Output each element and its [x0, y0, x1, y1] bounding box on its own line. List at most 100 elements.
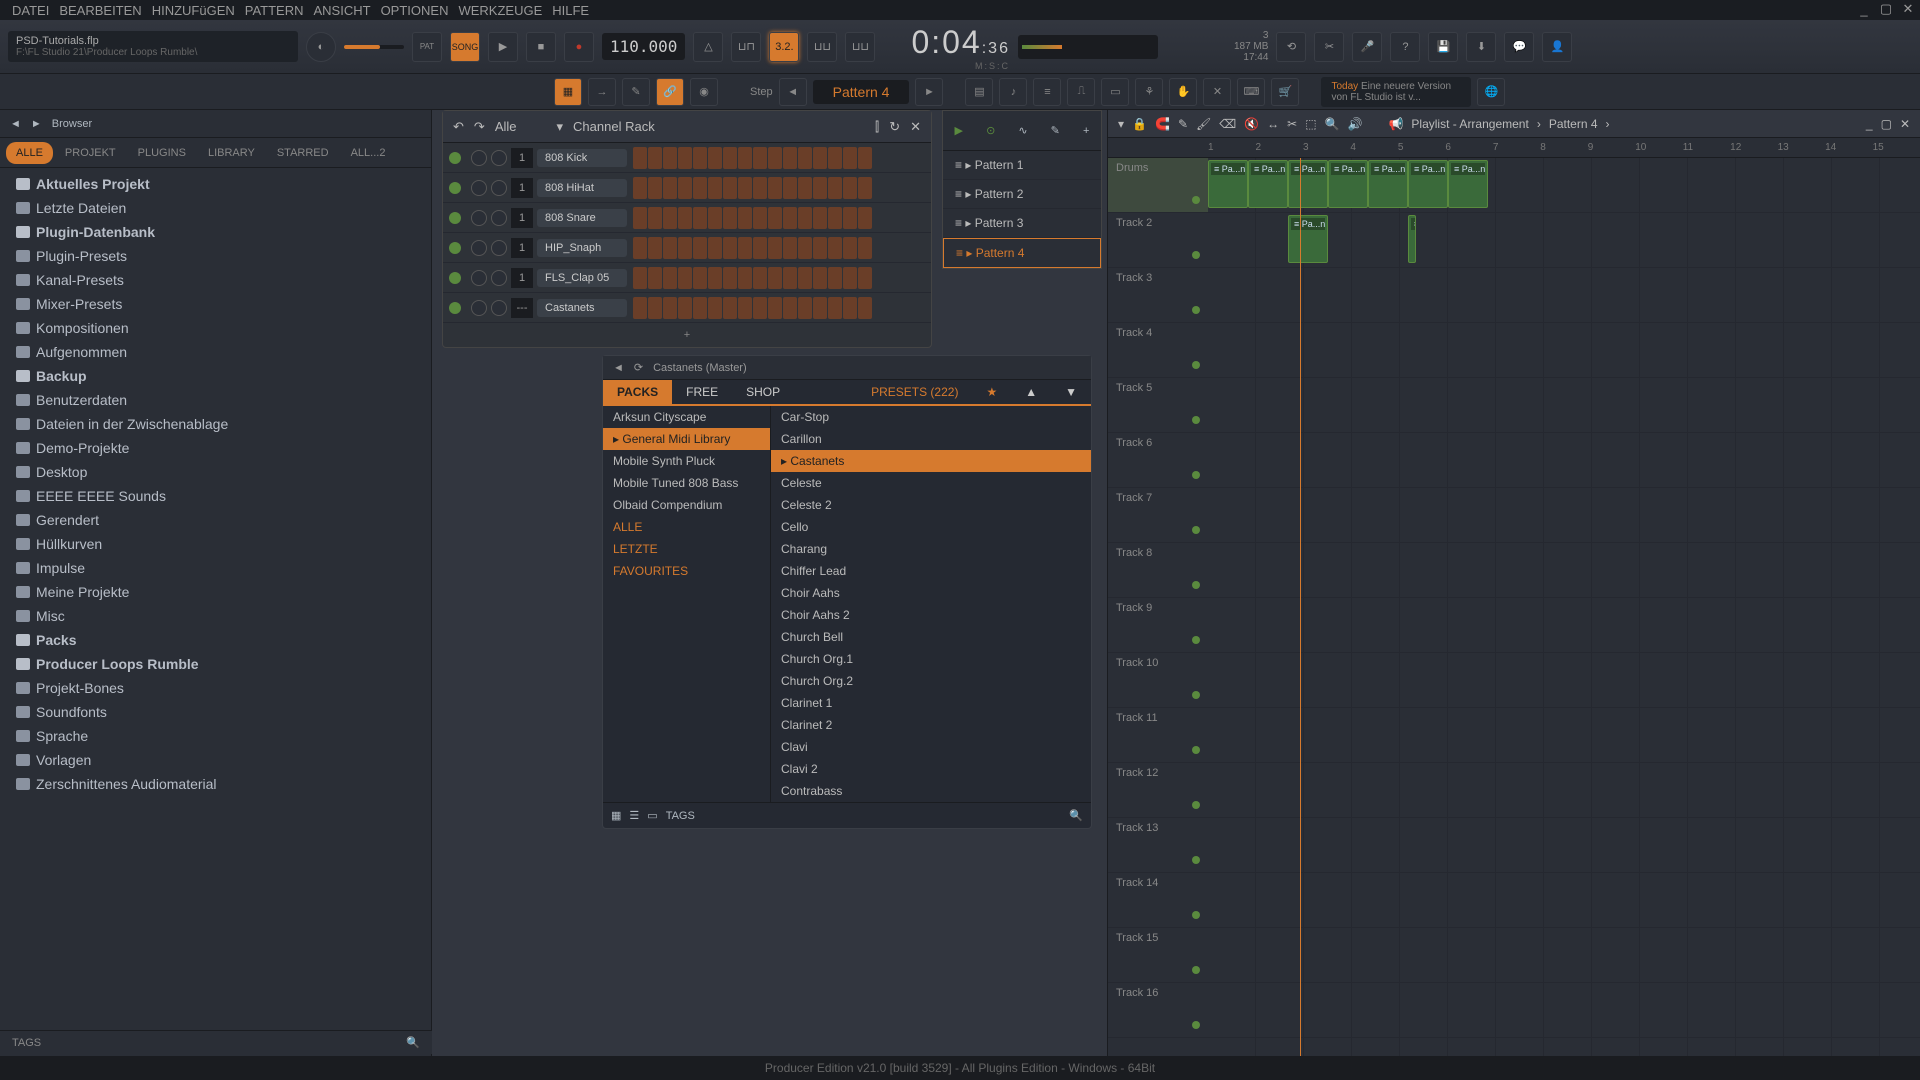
step-button[interactable] [828, 297, 842, 319]
link-button[interactable]: 🔗 [656, 78, 684, 106]
step-button[interactable] [663, 237, 677, 259]
pattern-mode-button[interactable]: PAT [412, 32, 442, 62]
browser-tab-all[interactable]: ALLE [6, 142, 53, 164]
pan-knob[interactable] [471, 270, 487, 286]
menu-file[interactable]: DATEI [8, 3, 53, 18]
browser-tab-starred[interactable]: STARRED [267, 142, 339, 164]
track-header[interactable]: Drums [1108, 158, 1208, 213]
step-button[interactable] [858, 297, 872, 319]
main-volume-slider[interactable] [344, 45, 404, 49]
step-button[interactable] [648, 207, 662, 229]
track-header[interactable]: Track 15 [1108, 928, 1208, 983]
pl-eraser-icon[interactable]: ⌫ [1219, 117, 1236, 131]
playlist-clip[interactable]: ≡ Pa...n 2 [1248, 160, 1288, 208]
step-button[interactable] [738, 207, 752, 229]
cr-filter[interactable]: Alle [495, 119, 517, 134]
tempo-tap-button[interactable]: ✋ [1169, 78, 1197, 106]
menu-edit[interactable]: BEARBEITEN [55, 3, 145, 18]
step-prev-button[interactable]: ◄ [779, 78, 807, 106]
step-button[interactable] [708, 237, 722, 259]
filter-item[interactable]: ALLE [603, 516, 770, 538]
step-button[interactable] [678, 147, 692, 169]
browser-item[interactable]: Producer Loops Rumble [0, 652, 431, 676]
track-header[interactable]: Track 6 [1108, 433, 1208, 488]
channel-name[interactable]: 808 Snare [537, 209, 627, 227]
step-button[interactable] [693, 177, 707, 199]
channel-led[interactable] [449, 272, 461, 284]
browser-item[interactable]: Projekt-Bones [0, 676, 431, 700]
loop-rec-button[interactable]: ⊔⊔ [845, 32, 875, 62]
channel-number[interactable]: --- [511, 298, 533, 318]
step-button[interactable] [648, 297, 662, 319]
step-button[interactable] [798, 267, 812, 289]
step-button[interactable] [798, 297, 812, 319]
browser-tags-bar[interactable]: TAGS 🔍 [0, 1030, 432, 1054]
channel-led[interactable] [449, 152, 461, 164]
shop-button[interactable]: 🛒 [1271, 78, 1299, 106]
pp-add-icon[interactable]: + [1083, 125, 1089, 137]
browser-item[interactable]: Benutzerdaten [0, 388, 431, 412]
step-button[interactable] [843, 207, 857, 229]
pack-item[interactable]: Olbaid Compendium [603, 494, 770, 516]
browser-item[interactable]: Desktop [0, 460, 431, 484]
step-button[interactable] [798, 147, 812, 169]
step-button[interactable] [828, 267, 842, 289]
browser-item[interactable]: Demo-Projekte [0, 436, 431, 460]
track-header[interactable]: Track 4 [1108, 323, 1208, 378]
step-button[interactable] [708, 177, 722, 199]
pp-pen-icon[interactable]: ✎ [1051, 124, 1060, 137]
pack-item[interactable]: Mobile Synth Pluck [603, 450, 770, 472]
chat-button[interactable]: 💬 [1504, 32, 1534, 62]
save-button[interactable]: 💾 [1428, 32, 1458, 62]
pl-lock-icon[interactable]: 🔒 [1132, 117, 1147, 131]
browser-item[interactable]: Packs [0, 628, 431, 652]
track-mute-dot[interactable] [1192, 801, 1200, 809]
vol-knob[interactable] [491, 300, 507, 316]
step-button[interactable] [828, 147, 842, 169]
track-mute-dot[interactable] [1192, 361, 1200, 369]
step-button[interactable] [858, 207, 872, 229]
expand-icon[interactable]: ► [31, 118, 42, 130]
playlist-clip[interactable]: ≡ Pa...n 2 [1448, 160, 1488, 208]
track-mute-dot[interactable] [1192, 251, 1200, 259]
pl-magnet-icon[interactable]: 🧲 [1155, 117, 1170, 131]
pack-item[interactable]: Mobile Tuned 808 Bass [603, 472, 770, 494]
pan-knob[interactable] [471, 300, 487, 316]
add-channel-button[interactable]: + [443, 323, 931, 347]
browser-item[interactable]: Soundfonts [0, 700, 431, 724]
bpm-display[interactable]: 110.000 [602, 33, 685, 60]
browser-tab-project[interactable]: PROJEKT [55, 142, 126, 164]
master-meter[interactable] [1018, 35, 1158, 59]
step-button[interactable] [738, 237, 752, 259]
channel-number[interactable]: 1 [511, 148, 533, 168]
stop-button[interactable]: ■ [526, 32, 556, 62]
step-button[interactable] [858, 147, 872, 169]
step-button[interactable] [798, 177, 812, 199]
step-button[interactable] [753, 177, 767, 199]
pb-list-icon[interactable]: ☰ [629, 809, 639, 822]
pb-refresh-icon[interactable]: ⟳ [634, 361, 643, 374]
metronome-button[interactable]: △ [693, 32, 723, 62]
step-button[interactable] [708, 267, 722, 289]
step-button[interactable] [663, 207, 677, 229]
step-button[interactable] [648, 147, 662, 169]
pl-zoom-icon[interactable]: 🔍 [1325, 117, 1340, 131]
preset-item[interactable]: Church Bell [771, 626, 1091, 648]
playlist-clip[interactable]: ≡ Pa...n 3 [1328, 160, 1368, 208]
pl-slice-icon[interactable]: ✂ [1287, 117, 1297, 131]
step-button[interactable] [843, 297, 857, 319]
step-button[interactable] [738, 267, 752, 289]
step-button[interactable] [648, 267, 662, 289]
pl-max-icon[interactable]: ▢ [1881, 117, 1892, 131]
step-button[interactable] [828, 177, 842, 199]
step-button[interactable] [858, 267, 872, 289]
browser-item[interactable]: Vorlagen [0, 748, 431, 772]
pan-knob[interactable] [471, 150, 487, 166]
step-button[interactable] [663, 267, 677, 289]
pattern-selector[interactable]: Pattern 4 [813, 80, 910, 104]
playlist-clip[interactable]: ≡ Pa...n 1 [1288, 160, 1328, 208]
step-button[interactable] [633, 297, 647, 319]
browser-item[interactable]: Backup [0, 364, 431, 388]
preset-item[interactable]: Carillon [771, 428, 1091, 450]
track-mute-dot[interactable] [1192, 306, 1200, 314]
